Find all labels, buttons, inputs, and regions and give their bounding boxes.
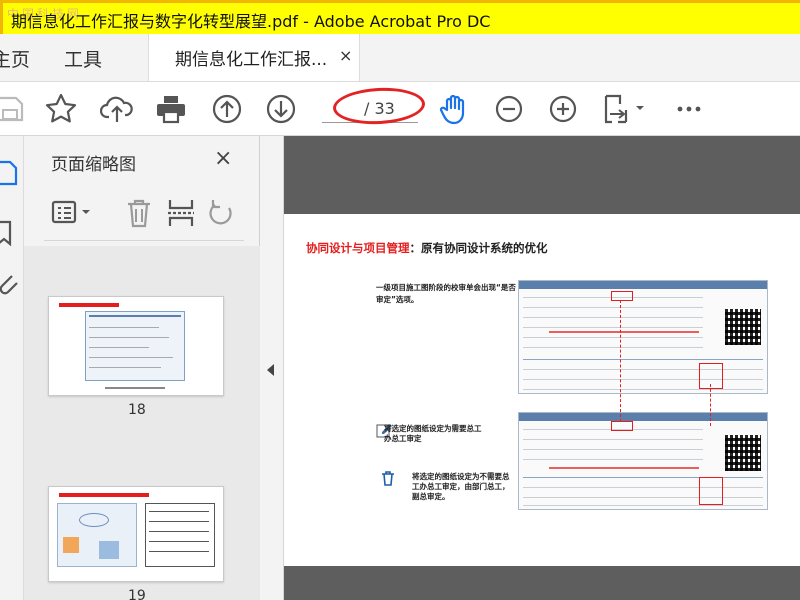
panel-separator	[44, 240, 244, 241]
window-title: 期信息化工作汇报与数字化转型展望.pdf - Adobe Acrobat Pro…	[11, 12, 491, 31]
print-icon[interactable]	[154, 92, 188, 126]
attachment-icon[interactable]	[0, 270, 22, 300]
screenshot-lower	[518, 412, 768, 510]
tab-document[interactable]: 期信息化工作汇报... ×	[148, 34, 360, 81]
pdf-page: 协同设计与项目管理：原有协同设计系统的优化 一级项目施工图阶段的校审单会出现“是…	[284, 214, 800, 566]
tab-home[interactable]: 主页	[0, 45, 30, 72]
panel-collapse-handle[interactable]	[260, 136, 284, 600]
qr-code-upper	[725, 309, 761, 345]
more-icon[interactable]	[672, 92, 706, 126]
save-icon[interactable]	[0, 92, 28, 126]
panel-title: 页面缩略图	[51, 155, 136, 175]
qr-code-lower	[725, 435, 761, 471]
note-require-approval: 将选定的图纸设定为需要总工办总工审定	[384, 424, 482, 443]
zoom-in-icon[interactable]	[546, 92, 580, 126]
star-icon[interactable]	[44, 92, 78, 126]
hand-tool-icon[interactable]	[438, 92, 472, 126]
bookmarks-icon[interactable]	[0, 218, 22, 248]
connector-line-2	[710, 384, 711, 426]
rotate-page-icon[interactable]	[204, 196, 238, 230]
thumbnail-page-19[interactable]	[48, 486, 224, 582]
tab-bar: 主页 工具 期信息化工作汇报... ×	[0, 34, 800, 82]
thumbnail-number-18: 18	[128, 402, 146, 418]
upload-cloud-icon[interactable]	[99, 92, 134, 126]
panel-close-button[interactable]: ×	[214, 146, 232, 171]
trash-icon	[382, 471, 394, 486]
document-area: 协同设计与项目管理：原有协同设计系统的优化 一级项目施工图阶段的校审单会出现“是…	[284, 136, 800, 600]
connector-line-1	[620, 300, 621, 422]
slide-heading-red: 协同设计与项目管理	[306, 241, 410, 255]
screenshot-upper	[518, 280, 768, 394]
document-tab-label: 期信息化工作汇报...	[175, 50, 328, 70]
zoom-out-icon[interactable]	[492, 92, 526, 126]
thumbnails-list: 18 19	[24, 246, 260, 600]
fit-page-icon[interactable]	[600, 92, 646, 126]
tab-tools[interactable]: 工具	[64, 45, 102, 72]
page-up-icon[interactable]	[210, 92, 244, 126]
collapse-arrow-icon	[267, 364, 274, 376]
close-tab-button[interactable]: ×	[339, 46, 352, 65]
page-thumbnails-icon[interactable]	[0, 158, 22, 188]
left-rail	[0, 136, 24, 600]
insert-page-icon[interactable]	[164, 196, 198, 230]
slide-heading-black: ：原有协同设计系统的优化	[409, 241, 548, 255]
delete-page-icon[interactable]	[122, 196, 156, 230]
slide-heading: 协同设计与项目管理：原有协同设计系统的优化	[306, 240, 548, 256]
thumbnail-options-icon[interactable]	[50, 196, 96, 230]
page-down-icon[interactable]	[264, 92, 298, 126]
note-no-approval: 将选定的图纸设定为不需要总工办总工审定，由部门总工，副总审定。	[412, 472, 510, 501]
thumbnail-number-19: 19	[128, 588, 146, 600]
toolbar: / 33	[0, 82, 800, 136]
note-review-option: 一级项目施工图阶段的校审单会出现“是否审定”选项。	[376, 283, 516, 304]
title-bar: 中国科技网 期信息化工作汇报与数字化转型展望.pdf - Adobe Acrob…	[0, 0, 800, 34]
thumbnail-page-18[interactable]	[48, 296, 224, 396]
thumbnail-panel: 页面缩略图 × 18 19	[24, 136, 274, 600]
